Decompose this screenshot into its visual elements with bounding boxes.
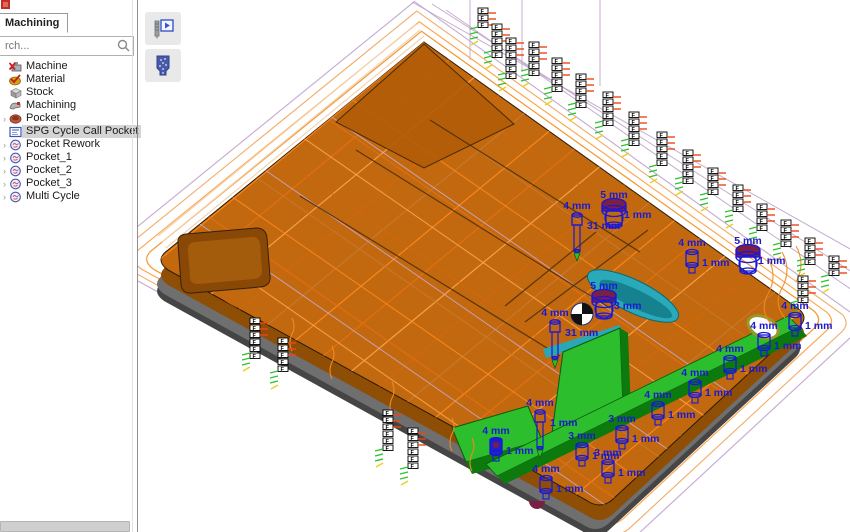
- tool-diameter-label: 3 mm: [608, 413, 635, 425]
- tool-holder-button[interactable]: [145, 49, 181, 82]
- tree-item-label: Machine: [25, 60, 71, 73]
- chevron-right-icon[interactable]: ›: [0, 140, 9, 150]
- tree-item-label: SPG Cycle Call Pocket: [25, 125, 141, 138]
- approach-marker: FFFFF: [568, 74, 594, 121]
- panel-inner-border: [132, 0, 133, 532]
- tool-diameter-label: 3 mm: [568, 430, 595, 442]
- tool-diameter-label: 3 mm: [594, 447, 621, 459]
- tree-item-label: Pocket_3: [25, 177, 75, 190]
- origin-marker: [571, 303, 593, 325]
- tree-item-label: Stock: [25, 86, 57, 99]
- spg-icon: [9, 126, 23, 138]
- tool-sub-label: 1 mm: [632, 433, 659, 445]
- cycle-icon: [9, 139, 23, 151]
- tool-sub-label: 1 mm: [624, 209, 651, 221]
- tool-diameter-label: 4 mm: [781, 300, 808, 312]
- tool-sub-label: 1 mm: [702, 257, 729, 269]
- tree-item-label: Machining: [25, 99, 79, 112]
- tool-diameter-label: 5 mm: [590, 280, 617, 292]
- approach-marker: FFFFF: [621, 112, 647, 157]
- approach-marker: FFFFF: [544, 58, 570, 105]
- tree-item-label: Pocket Rework: [25, 138, 103, 151]
- chevron-right-icon[interactable]: ›: [0, 192, 9, 202]
- tree-item-machining[interactable]: Machining: [0, 99, 131, 112]
- cycle-icon: [9, 191, 23, 203]
- tree-item-machine[interactable]: Machine: [0, 60, 131, 73]
- approach-marker: FFFF: [725, 185, 751, 228]
- tool-sub-label: 1 mm: [506, 445, 533, 457]
- tool-diameter-label: 4 mm: [644, 389, 671, 401]
- tree-item-multi-cycle[interactable]: › Multi Cycle: [0, 190, 131, 203]
- operation-tree: MachineMaterialStockMachining › PocketSPG …: [0, 60, 131, 203]
- panel-splitter[interactable]: [137, 0, 138, 532]
- chevron-right-icon[interactable]: ›: [0, 153, 9, 163]
- tool-sub-label: 1 mm: [556, 483, 583, 495]
- cycle-icon: [9, 178, 23, 190]
- tool-diameter-label: 4 mm: [716, 343, 743, 355]
- cycle-icon: [9, 165, 23, 177]
- tool-holder-icon: [153, 55, 173, 77]
- cycle-icon: [9, 152, 23, 164]
- tool-sub-label: 1 mm: [668, 409, 695, 421]
- tree-item-stock[interactable]: Stock: [0, 86, 131, 99]
- tool-play-icon: [151, 18, 175, 40]
- tool-diameter-label: 4 mm: [681, 367, 708, 379]
- tool-sub-label: 3 mm: [614, 300, 641, 312]
- tool-diameter-label: 5 mm: [600, 189, 627, 201]
- chevron-right-icon[interactable]: ›: [0, 179, 9, 189]
- tree-item-label: Pocket_1: [25, 151, 75, 164]
- tree-item-pocket-3[interactable]: › Pocket_3: [0, 177, 131, 190]
- approach-marker: FFF: [821, 256, 847, 293]
- tree-item-label: Pocket: [25, 112, 63, 125]
- machine-icon: [9, 61, 23, 73]
- tool-sub-label: 1 mm: [740, 363, 767, 375]
- window-icon: [1, 0, 12, 10]
- cam-application-window: FFFFFFFFFFFFFFFFFFFFFFFFFFFFFFFFFFFFFFFF…: [0, 0, 850, 532]
- material-icon: [9, 74, 23, 86]
- tool-diameter-label: 4 mm: [678, 237, 705, 249]
- search-box[interactable]: [0, 36, 134, 56]
- tree-item-pocket-1[interactable]: › Pocket_1: [0, 151, 131, 164]
- machining-icon: [9, 100, 23, 112]
- stock-icon: [9, 87, 23, 99]
- tree-item-label: Material: [25, 73, 68, 86]
- tool-sub-label: 1 mm: [618, 467, 645, 479]
- tool-sub-label: 31 mm: [565, 327, 598, 339]
- approach-marker: FFFFF: [675, 150, 701, 195]
- tool-sub-label: 1 mm: [774, 340, 801, 352]
- search-icon[interactable]: [117, 39, 130, 52]
- tree-item-pocket-2[interactable]: › Pocket_2: [0, 164, 131, 177]
- tool-diameter-label: 5 mm: [734, 235, 761, 247]
- tree-item-label: Multi Cycle: [25, 190, 83, 203]
- tool-sub-label: 1 mm: [758, 255, 785, 267]
- pocket-icon: [9, 113, 23, 125]
- tool-diameter-label: 4 mm: [532, 463, 559, 475]
- machining-tree-panel: Machining MachineMaterialStockMachining›…: [0, 0, 138, 532]
- simulate-toolpath-button[interactable]: [145, 12, 181, 45]
- panel-horizontal-scrollbar[interactable]: [0, 521, 130, 532]
- tree-item-material[interactable]: Material: [0, 73, 131, 86]
- tree-item-spg-cycle-call-pocket[interactable]: SPG Cycle Call Pocket: [0, 125, 131, 138]
- tab-machining[interactable]: Machining: [0, 13, 68, 33]
- tool-sub-label: 1 mm: [550, 417, 577, 429]
- tool-diameter-label: 4 mm: [750, 320, 777, 332]
- approach-marker: FFFFF: [649, 132, 675, 183]
- chevron-right-icon[interactable]: ›: [0, 114, 9, 124]
- tool-diameter-label: 4 mm: [526, 397, 553, 409]
- tree-item-pocket-rework[interactable]: › Pocket Rework: [0, 138, 131, 151]
- search-input[interactable]: [3, 37, 113, 55]
- tool-diameter-label: 4 mm: [482, 425, 509, 437]
- tool-diameter-label: 4 mm: [563, 200, 590, 212]
- tool-sub-label: 1 mm: [805, 320, 832, 332]
- chevron-right-icon[interactable]: ›: [0, 166, 9, 176]
- tree-item-pocket[interactable]: › Pocket: [0, 112, 131, 125]
- tree-item-label: Pocket_2: [25, 164, 75, 177]
- tool-diameter-label: 4 mm: [541, 307, 568, 319]
- tool-sub-label: 1 mm: [705, 387, 732, 399]
